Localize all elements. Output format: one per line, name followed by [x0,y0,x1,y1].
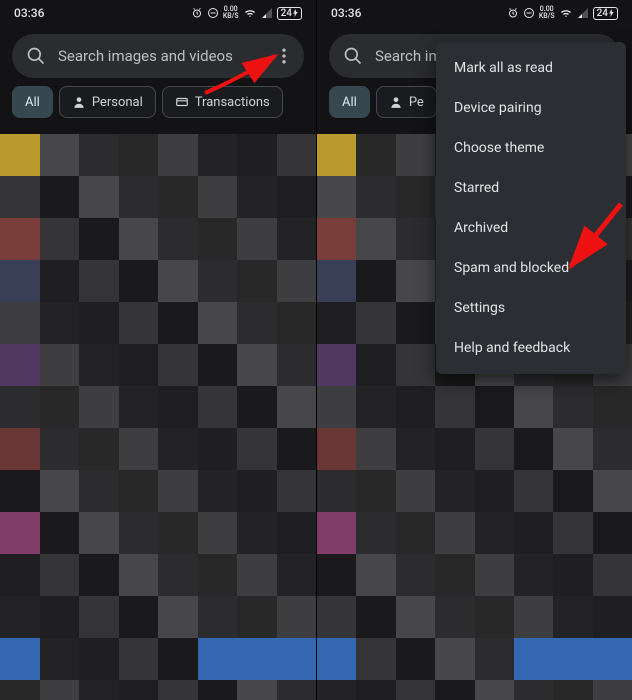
status-icons: 0.00 KB/S 24 [507,6,618,20]
phone-left: 03:36 0.00 KB/S 24 Search images and vid… [0,0,316,700]
status-time: 03:36 [14,6,44,20]
search-icon [26,46,46,66]
chip-personal[interactable]: Personal [59,86,156,118]
status-bar: 03:36 0.00 KB/S 24 [317,0,632,26]
menu-device-pairing[interactable]: Device pairing [436,88,626,128]
status-bar: 03:36 0.00 KB/S 24 [0,0,316,26]
dnd-icon [207,7,219,19]
battery-indicator: 24 [277,7,302,20]
dnd-icon [523,7,535,19]
person-icon [72,95,86,109]
menu-choose-theme[interactable]: Choose theme [436,128,626,168]
chip-all[interactable]: All [12,86,53,118]
menu-help-feedback[interactable]: Help and feedback [436,328,626,368]
data-speed: 0.00 KB/S [223,6,239,20]
annotation-arrow-spam [563,200,625,280]
search-icon [343,46,363,66]
data-speed: 0.00 KB/S [539,6,555,20]
alarm-icon [507,7,519,19]
annotation-arrow-menu [200,48,290,98]
signal-icon [261,7,273,19]
card-icon [175,95,189,109]
battery-indicator: 24 [593,7,618,20]
signal-icon [577,7,589,19]
status-icons: 0.00 KB/S 24 [191,6,302,20]
menu-mark-all-read[interactable]: Mark all as read [436,48,626,88]
status-time: 03:36 [331,6,361,20]
chip-all[interactable]: All [329,86,370,118]
content-blurred [0,134,316,700]
menu-settings[interactable]: Settings [436,288,626,328]
person-icon [389,95,403,109]
wifi-icon [559,7,573,19]
chip-personal[interactable]: Pe [376,86,437,118]
alarm-icon [191,7,203,19]
phone-right: 03:36 0.00 KB/S 24 Search images and vid… [316,0,632,700]
wifi-icon [243,7,257,19]
